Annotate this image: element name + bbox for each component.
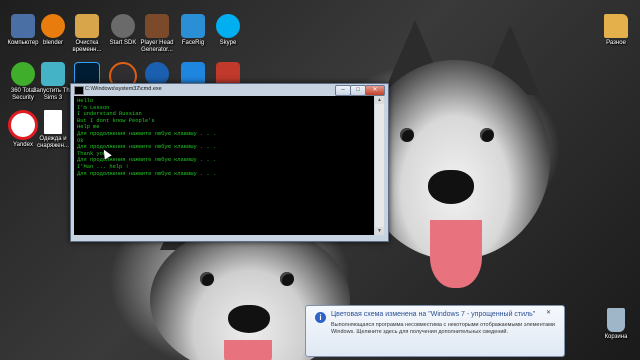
console-line: Thank you bbox=[77, 150, 107, 157]
notification-body[interactable]: Выполняющаяся программа несовместима с н… bbox=[331, 322, 559, 336]
close-button[interactable]: ✕ bbox=[365, 85, 385, 96]
console-line: Ok bbox=[77, 137, 84, 144]
desktop-icon-folder[interactable]: Разное bbox=[593, 14, 639, 47]
info-icon: i bbox=[315, 312, 326, 323]
console-line: Hello bbox=[77, 98, 94, 104]
desktop-icon-recycle-bin[interactable]: Корзина bbox=[593, 308, 639, 341]
sdk-icon bbox=[111, 14, 135, 38]
skype-icon bbox=[216, 14, 240, 38]
blender-icon bbox=[41, 14, 65, 38]
console-line: But I dont know People's bbox=[77, 117, 155, 124]
broom-icon bbox=[75, 14, 99, 38]
desktop: Компьютер blender Очистка временн... Sta… bbox=[0, 0, 640, 360]
scroll-up-icon[interactable]: ▲ bbox=[375, 96, 384, 104]
document-icon bbox=[44, 110, 62, 134]
facerig-icon bbox=[181, 14, 205, 38]
maximize-button[interactable]: □ bbox=[350, 85, 366, 96]
notification-close-button[interactable]: ✕ bbox=[546, 309, 551, 316]
console-line: Help me bbox=[77, 124, 100, 131]
console-lines: Hello I'm Lesson I understand Russian But I… bbox=[74, 96, 374, 179]
vertical-scrollbar[interactable]: ▲ ▼ bbox=[375, 96, 384, 235]
console-line: Для продолжения нажмите любую клавишу . … bbox=[77, 130, 217, 137]
window-title: C:\Windows\system32\cmd.exe bbox=[85, 86, 162, 92]
console-line: Для продолжения нажмите любую клавишу . … bbox=[77, 157, 217, 164]
scroll-down-icon[interactable]: ▼ bbox=[375, 227, 384, 235]
console-line: I understand Russian bbox=[77, 111, 142, 118]
console-line: I'm Lesson bbox=[77, 104, 110, 111]
folder-icon bbox=[604, 14, 628, 38]
console-line: Для продолжения нажмите любую клавишу . … bbox=[77, 144, 217, 151]
player-head-icon bbox=[145, 14, 169, 38]
cmd-window[interactable]: C:\Windows\system32\cmd.exe – □ ✕ Hello I… bbox=[70, 83, 389, 242]
minimize-button[interactable]: – bbox=[335, 85, 351, 96]
recycle-bin-icon bbox=[607, 308, 625, 332]
notification-title: Цветовая схема изменена на "Windows 7 - … bbox=[331, 311, 536, 318]
console-output[interactable]: Hello I'm Lesson I understand Russian But I… bbox=[74, 96, 374, 235]
console-line: Для продолжения нажмите любую клавишу . … bbox=[77, 170, 217, 177]
sims-icon bbox=[41, 62, 65, 86]
desktop-icon-skype[interactable]: Skype bbox=[205, 14, 251, 47]
notification-balloon[interactable]: i Цветовая схема изменена на "Windows 7 … bbox=[305, 305, 565, 357]
cmd-icon bbox=[74, 86, 84, 95]
console-line: I'Man ... help ! bbox=[77, 163, 129, 170]
